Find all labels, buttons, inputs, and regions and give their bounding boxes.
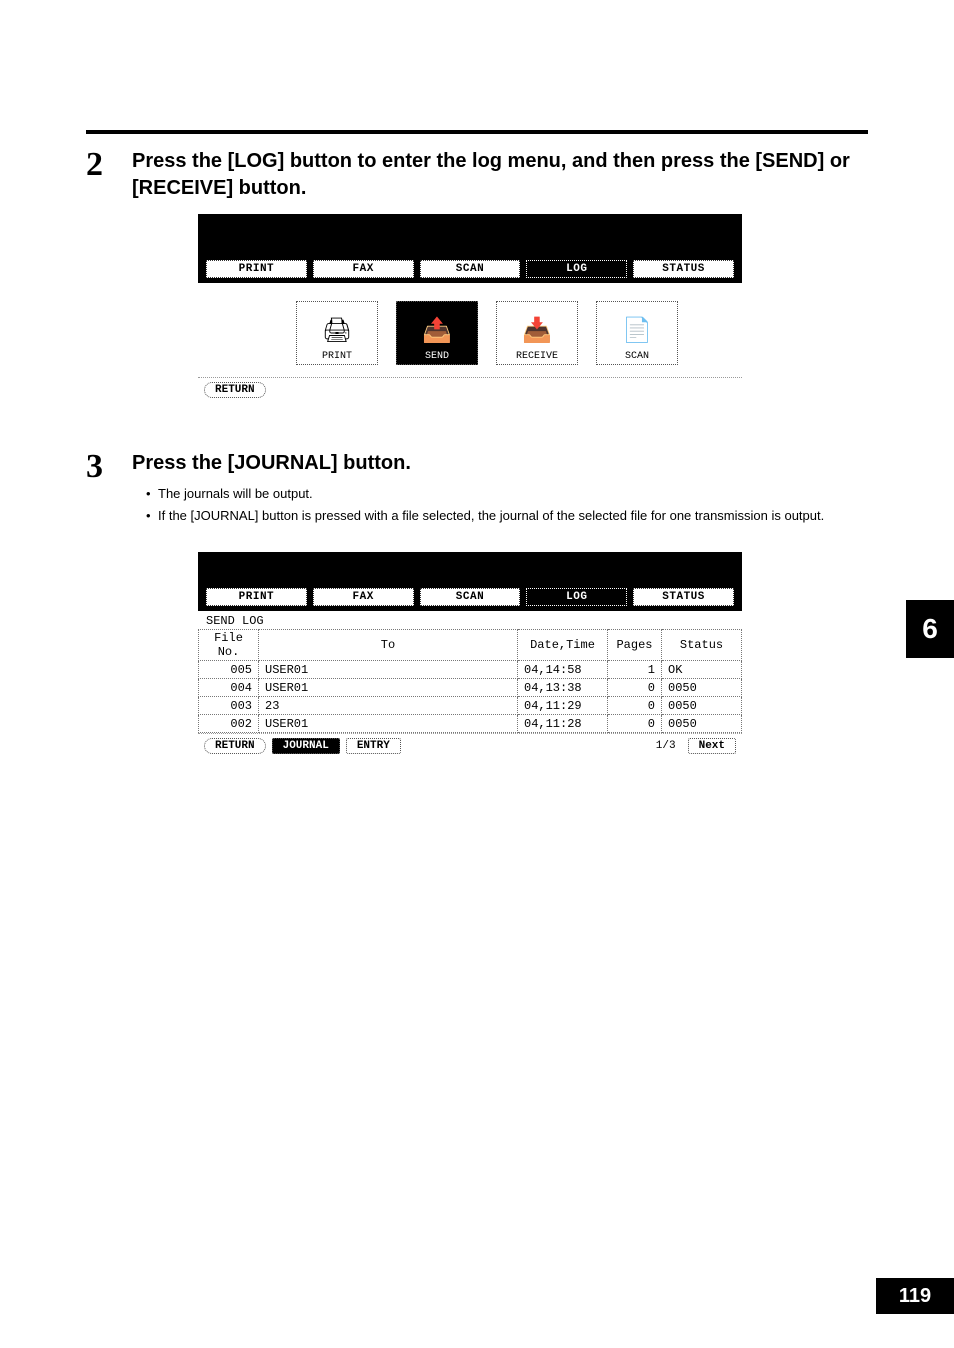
log-send-button[interactable]: 📤 SEND xyxy=(396,301,478,365)
log-subheading: SEND LOG xyxy=(198,610,742,629)
scan-icon: 📄 xyxy=(607,311,667,351)
step-number: 2 xyxy=(86,148,120,182)
col-to: To xyxy=(259,630,518,661)
tab-print[interactable]: PRINT xyxy=(206,588,307,606)
entry-button[interactable]: ENTRY xyxy=(346,738,401,754)
tab-log[interactable]: LOG xyxy=(526,260,627,278)
tab-log[interactable]: LOG xyxy=(526,588,627,606)
tab-print[interactable]: PRINT xyxy=(206,260,307,278)
tab-scan[interactable]: SCAN xyxy=(420,588,521,606)
col-datetime: Date,Time xyxy=(518,630,608,661)
return-button[interactable]: RETURN xyxy=(204,382,266,398)
step-heading: Press the [JOURNAL] button. xyxy=(132,450,868,477)
bullet-item: The journals will be output. xyxy=(146,485,868,504)
step-number: 3 xyxy=(86,450,120,484)
chapter-tab: 6 xyxy=(906,600,954,658)
tab-fax[interactable]: FAX xyxy=(313,588,414,606)
tab-status[interactable]: STATUS xyxy=(633,588,734,606)
table-row[interactable]: 003 23 04,11:29 0 0050 xyxy=(199,697,742,715)
send-icon: 📤 xyxy=(407,311,467,351)
icon-label: RECEIVE xyxy=(516,351,558,362)
page-indicator: 1/3 xyxy=(656,740,676,752)
tab-scan[interactable]: SCAN xyxy=(420,260,521,278)
table-row[interactable]: 002 USER01 04,11:28 0 0050 xyxy=(199,715,742,733)
screenshot-log-menu: PRINT FAX SCAN LOG STATUS 🖨 PRINT 📤 SEND… xyxy=(198,214,742,402)
icon-label: SEND xyxy=(425,351,449,362)
print-icon: 🖨 xyxy=(307,311,367,351)
step-heading: Press the [LOG] button to enter the log … xyxy=(132,148,868,202)
journal-button[interactable]: JOURNAL xyxy=(272,738,340,754)
log-scan-button[interactable]: 📄 SCAN xyxy=(596,301,678,365)
tab-fax[interactable]: FAX xyxy=(313,260,414,278)
icon-label: SCAN xyxy=(625,351,649,362)
section-rule xyxy=(86,130,868,134)
table-header-row: File No. To Date,Time Pages Status xyxy=(199,630,742,661)
tab-status[interactable]: STATUS xyxy=(633,260,734,278)
send-log-table: File No. To Date,Time Pages Status 005 U… xyxy=(198,629,742,733)
col-status: Status xyxy=(662,630,742,661)
page-number: 119 xyxy=(876,1278,954,1314)
log-receive-button[interactable]: 📥 RECEIVE xyxy=(496,301,578,365)
icon-label: PRINT xyxy=(322,351,352,362)
log-print-button[interactable]: 🖨 PRINT xyxy=(296,301,378,365)
bullet-item: If the [JOURNAL] button is pressed with … xyxy=(146,507,868,526)
receive-icon: 📥 xyxy=(507,311,567,351)
table-row[interactable]: 004 USER01 04,13:38 0 0050 xyxy=(199,679,742,697)
return-button[interactable]: RETURN xyxy=(204,738,266,754)
col-pages: Pages xyxy=(608,630,662,661)
table-row[interactable]: 005 USER01 04,14:58 1 OK xyxy=(199,661,742,679)
screenshot-send-log: PRINT FAX SCAN LOG STATUS SEND LOG File … xyxy=(198,552,742,758)
col-file-no: File No. xyxy=(199,630,259,661)
next-button[interactable]: Next xyxy=(688,738,736,754)
